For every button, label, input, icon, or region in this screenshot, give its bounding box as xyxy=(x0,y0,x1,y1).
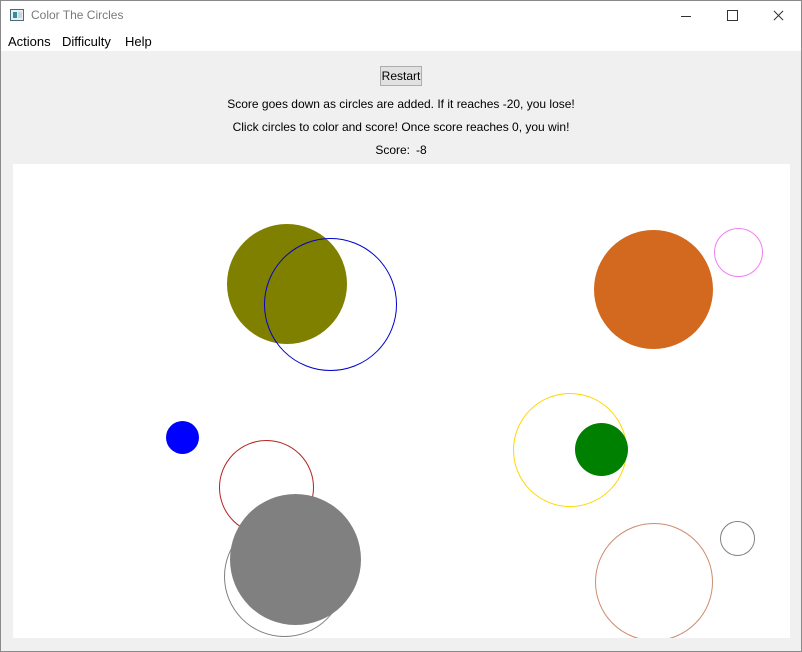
app-window-icon xyxy=(10,9,24,21)
menu-help[interactable]: Help xyxy=(125,34,152,49)
app-window: Color The Circles Actions Difficulty Hel… xyxy=(0,0,802,652)
instructions-win: Click circles to color and score! Once s… xyxy=(232,120,570,134)
circle-gray-outline-small[interactable] xyxy=(720,521,755,556)
circle-gray-filled[interactable] xyxy=(230,494,361,625)
circle-blue-small-filled[interactable] xyxy=(166,421,199,454)
menu-difficulty[interactable]: Difficulty xyxy=(62,34,111,49)
maximize-icon xyxy=(727,10,738,21)
circle-peach-outline[interactable] xyxy=(595,523,713,638)
circle-violet-outline[interactable] xyxy=(714,228,763,277)
score-label: Score: xyxy=(375,143,410,157)
circle-blue-outline[interactable] xyxy=(264,238,397,371)
score-value: -8 xyxy=(416,143,427,157)
game-canvas[interactable] xyxy=(13,164,790,638)
menu-bar: Actions Difficulty Help xyxy=(1,31,801,51)
maximize-button[interactable] xyxy=(709,1,755,31)
circle-green-filled[interactable] xyxy=(575,423,628,476)
title-bar: Color The Circles xyxy=(1,1,801,31)
restart-button[interactable]: Restart xyxy=(380,66,422,86)
score-display: Score: -8 xyxy=(1,143,801,157)
minimize-button[interactable] xyxy=(663,1,709,31)
circle-orange-filled[interactable] xyxy=(594,230,713,349)
window-title: Color The Circles xyxy=(31,8,124,22)
instructions-lose: Score goes down as circles are added. If… xyxy=(227,97,575,111)
minimize-icon xyxy=(681,16,691,17)
menu-actions[interactable]: Actions xyxy=(8,34,51,49)
control-panel: Restart Score goes down as circles are a… xyxy=(1,51,801,163)
close-button[interactable] xyxy=(755,1,801,31)
